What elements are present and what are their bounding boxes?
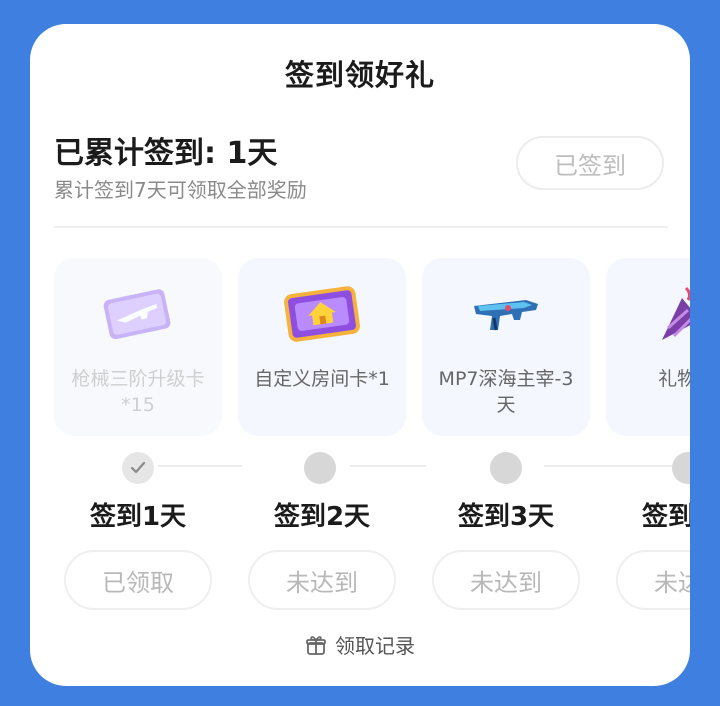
- day1-check-dot: [122, 452, 154, 484]
- day-label: 签到1天: [89, 502, 187, 532]
- day-label: 签到4天: [641, 502, 690, 532]
- reward-name: 自定义房间卡*1: [254, 368, 390, 390]
- reward-name: MP7深海主宰-3天: [438, 368, 574, 416]
- claim-history-label: 领取记录: [335, 634, 415, 658]
- timeline-track: [350, 465, 426, 467]
- room-card-icon: [284, 286, 360, 342]
- signin-timeline: 枪械三阶升级卡*15 自定义房间卡*1 MP7深海主宰-3天 礼物 签到1天 签…: [54, 24, 690, 686]
- weapon-card-icon: [103, 289, 171, 340]
- day2-dot: [304, 452, 336, 484]
- check-icon: [130, 461, 146, 474]
- reward-card-day2: 自定义房间卡*1: [238, 258, 406, 436]
- claimed-button-day1[interactable]: 已领取: [64, 550, 212, 610]
- claim-history-link[interactable]: 领取记录: [30, 630, 690, 659]
- party-popper-icon: [662, 286, 690, 340]
- timeline-track: [158, 465, 242, 467]
- reward-card-day4: 礼物-礼: [606, 258, 690, 436]
- day-label: 签到3天: [457, 502, 555, 532]
- locked-button-day4[interactable]: 未达到: [616, 550, 690, 610]
- signin-modal: 签到领好礼 已累计签到: 1天 累计签到7天可领取全部奖励 已签到 枪械三阶升级…: [30, 24, 690, 686]
- reward-name: 礼物-礼: [658, 368, 690, 390]
- locked-button-day2[interactable]: 未达到: [248, 550, 396, 610]
- timeline-track: [544, 465, 690, 467]
- reward-name: 枪械三阶升级卡*15: [71, 368, 205, 416]
- day3-dot: [490, 452, 522, 484]
- day4-dot: [672, 452, 690, 484]
- reward-card-day3: MP7深海主宰-3天: [422, 258, 590, 436]
- gift-icon: [306, 635, 326, 655]
- locked-button-day3[interactable]: 未达到: [432, 550, 580, 610]
- mp7-gun-icon: [474, 300, 538, 331]
- reward-card-day1: 枪械三阶升级卡*15: [54, 258, 222, 436]
- day-label: 签到2天: [273, 502, 371, 532]
